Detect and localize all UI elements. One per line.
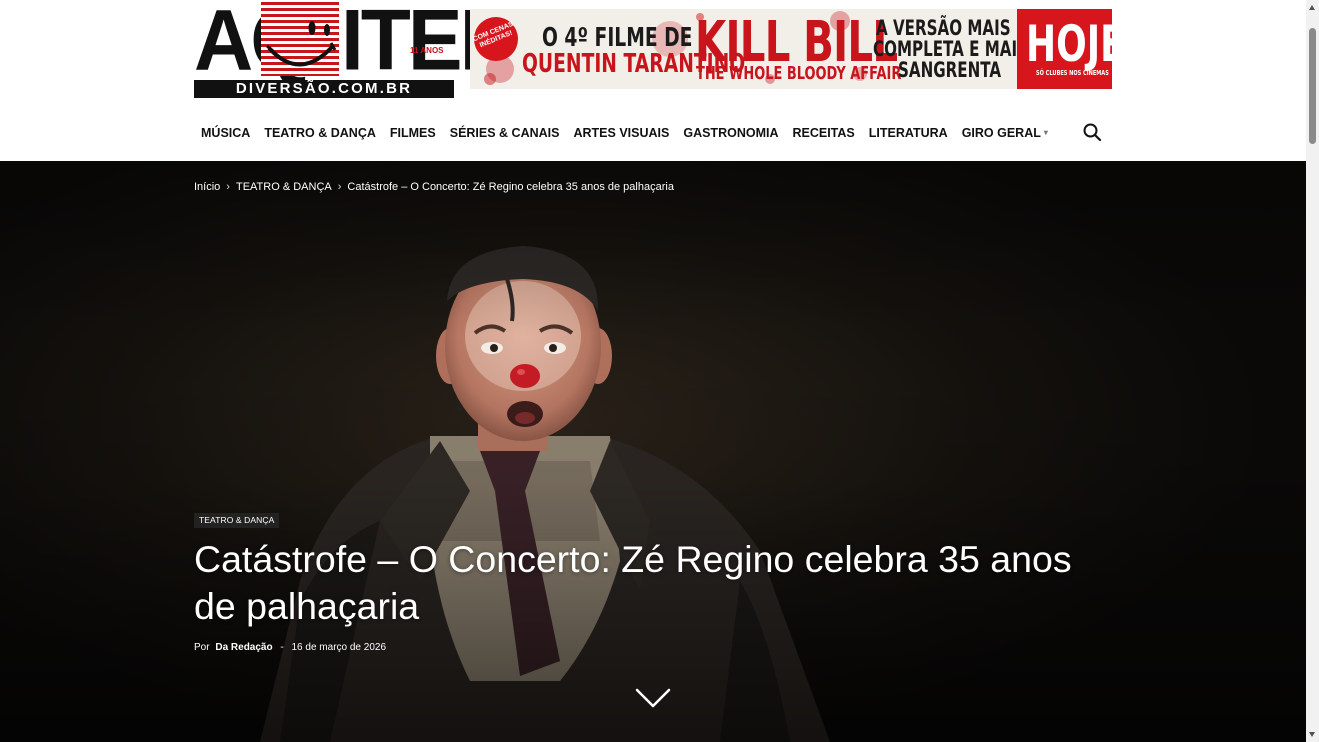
article-meta: Por Da Redação - 16 de março de 2026 <box>194 642 386 653</box>
ad-movie-subtitle: THE WHOLE BLOODY AFFAIR <box>696 63 902 84</box>
author-by-label: Por <box>194 642 210 653</box>
breadcrumb: Início › TEATRO & DANÇA › Catástrofe – O… <box>194 181 674 193</box>
breadcrumb-category[interactable]: TEATRO & DANÇA <box>236 181 332 193</box>
category-badge[interactable]: TEATRO & DANÇA <box>194 513 280 528</box>
breadcrumb-separator-icon: › <box>226 181 230 193</box>
chevron-down-icon[interactable] <box>635 686 671 710</box>
nav-item-artes-visuais[interactable]: ARTES VISUAIS <box>566 118 676 148</box>
breadcrumb-home[interactable]: Início <box>194 181 220 193</box>
nav-item-literatura[interactable]: LITERATURA <box>862 118 955 148</box>
site-logo[interactable]: AQ ITEM 11 ANOS DIVERSÃO.COM.BR <box>194 0 528 98</box>
nav-item-musica[interactable]: MÚSICA <box>194 118 257 148</box>
publish-date: 16 de março de 2026 <box>291 642 387 653</box>
logo-years: 11 ANOS <box>410 46 444 55</box>
main-nav: MÚSICA TEATRO & DANÇA FILMES SÉRIES & CA… <box>194 118 1055 148</box>
ad-line-1: O 4º FILME DE <box>542 23 693 53</box>
ad-tagline-3: SANGRENTA <box>898 58 1002 82</box>
ad-cta: HOJE <box>1026 15 1112 73</box>
scroll-up-arrow-icon[interactable] <box>1309 5 1315 10</box>
article-hero: Início › TEATRO & DANÇA › Catástrofe – O… <box>0 161 1306 742</box>
meta-separator: - <box>280 642 284 653</box>
breadcrumb-current: Catástrofe – O Concerto: Zé Regino celeb… <box>347 181 674 193</box>
search-icon[interactable] <box>1080 120 1104 144</box>
site-header: AQ ITEM 11 ANOS DIVERSÃO.COM.BR COM CENA… <box>0 0 1306 161</box>
hero-gradient-overlay <box>0 161 1306 742</box>
article-title: Catástrofe – O Concerto: Zé Regino celeb… <box>194 538 1072 627</box>
nav-item-giro-geral-label: GIRO GERAL <box>961 126 1041 140</box>
ad-cta-sub: SÓ CLUBES NOS CINEMAS <box>1036 69 1109 77</box>
scrollbar-thumb[interactable] <box>1309 28 1316 144</box>
scroll-down-arrow-icon[interactable] <box>1309 732 1315 737</box>
ad-banner-kill-bill[interactable]: COM CENAS INÉDITAS! O 4º FILME DE QUENTI… <box>470 9 1112 89</box>
page-scrollbar[interactable] <box>1306 0 1319 742</box>
nav-item-teatro-danca[interactable]: TEATRO & DANÇA <box>257 118 383 148</box>
breadcrumb-separator-icon: › <box>337 181 342 193</box>
nav-item-filmes[interactable]: FILMES <box>383 118 443 148</box>
dropdown-caret-icon: ▾ <box>1043 128 1048 137</box>
nav-item-giro-geral[interactable]: GIRO GERAL ▾ <box>955 118 1055 148</box>
logo-domain: DIVERSÃO.COM.BR <box>194 80 454 98</box>
nav-item-gastronomia[interactable]: GASTRONOMIA <box>676 118 785 148</box>
author-link[interactable]: Da Redação <box>215 642 272 653</box>
nav-item-series-canais[interactable]: SÉRIES & CANAIS <box>443 118 567 148</box>
nav-item-receitas[interactable]: RECEITAS <box>785 118 861 148</box>
smiley-logo-icon <box>261 2 339 76</box>
